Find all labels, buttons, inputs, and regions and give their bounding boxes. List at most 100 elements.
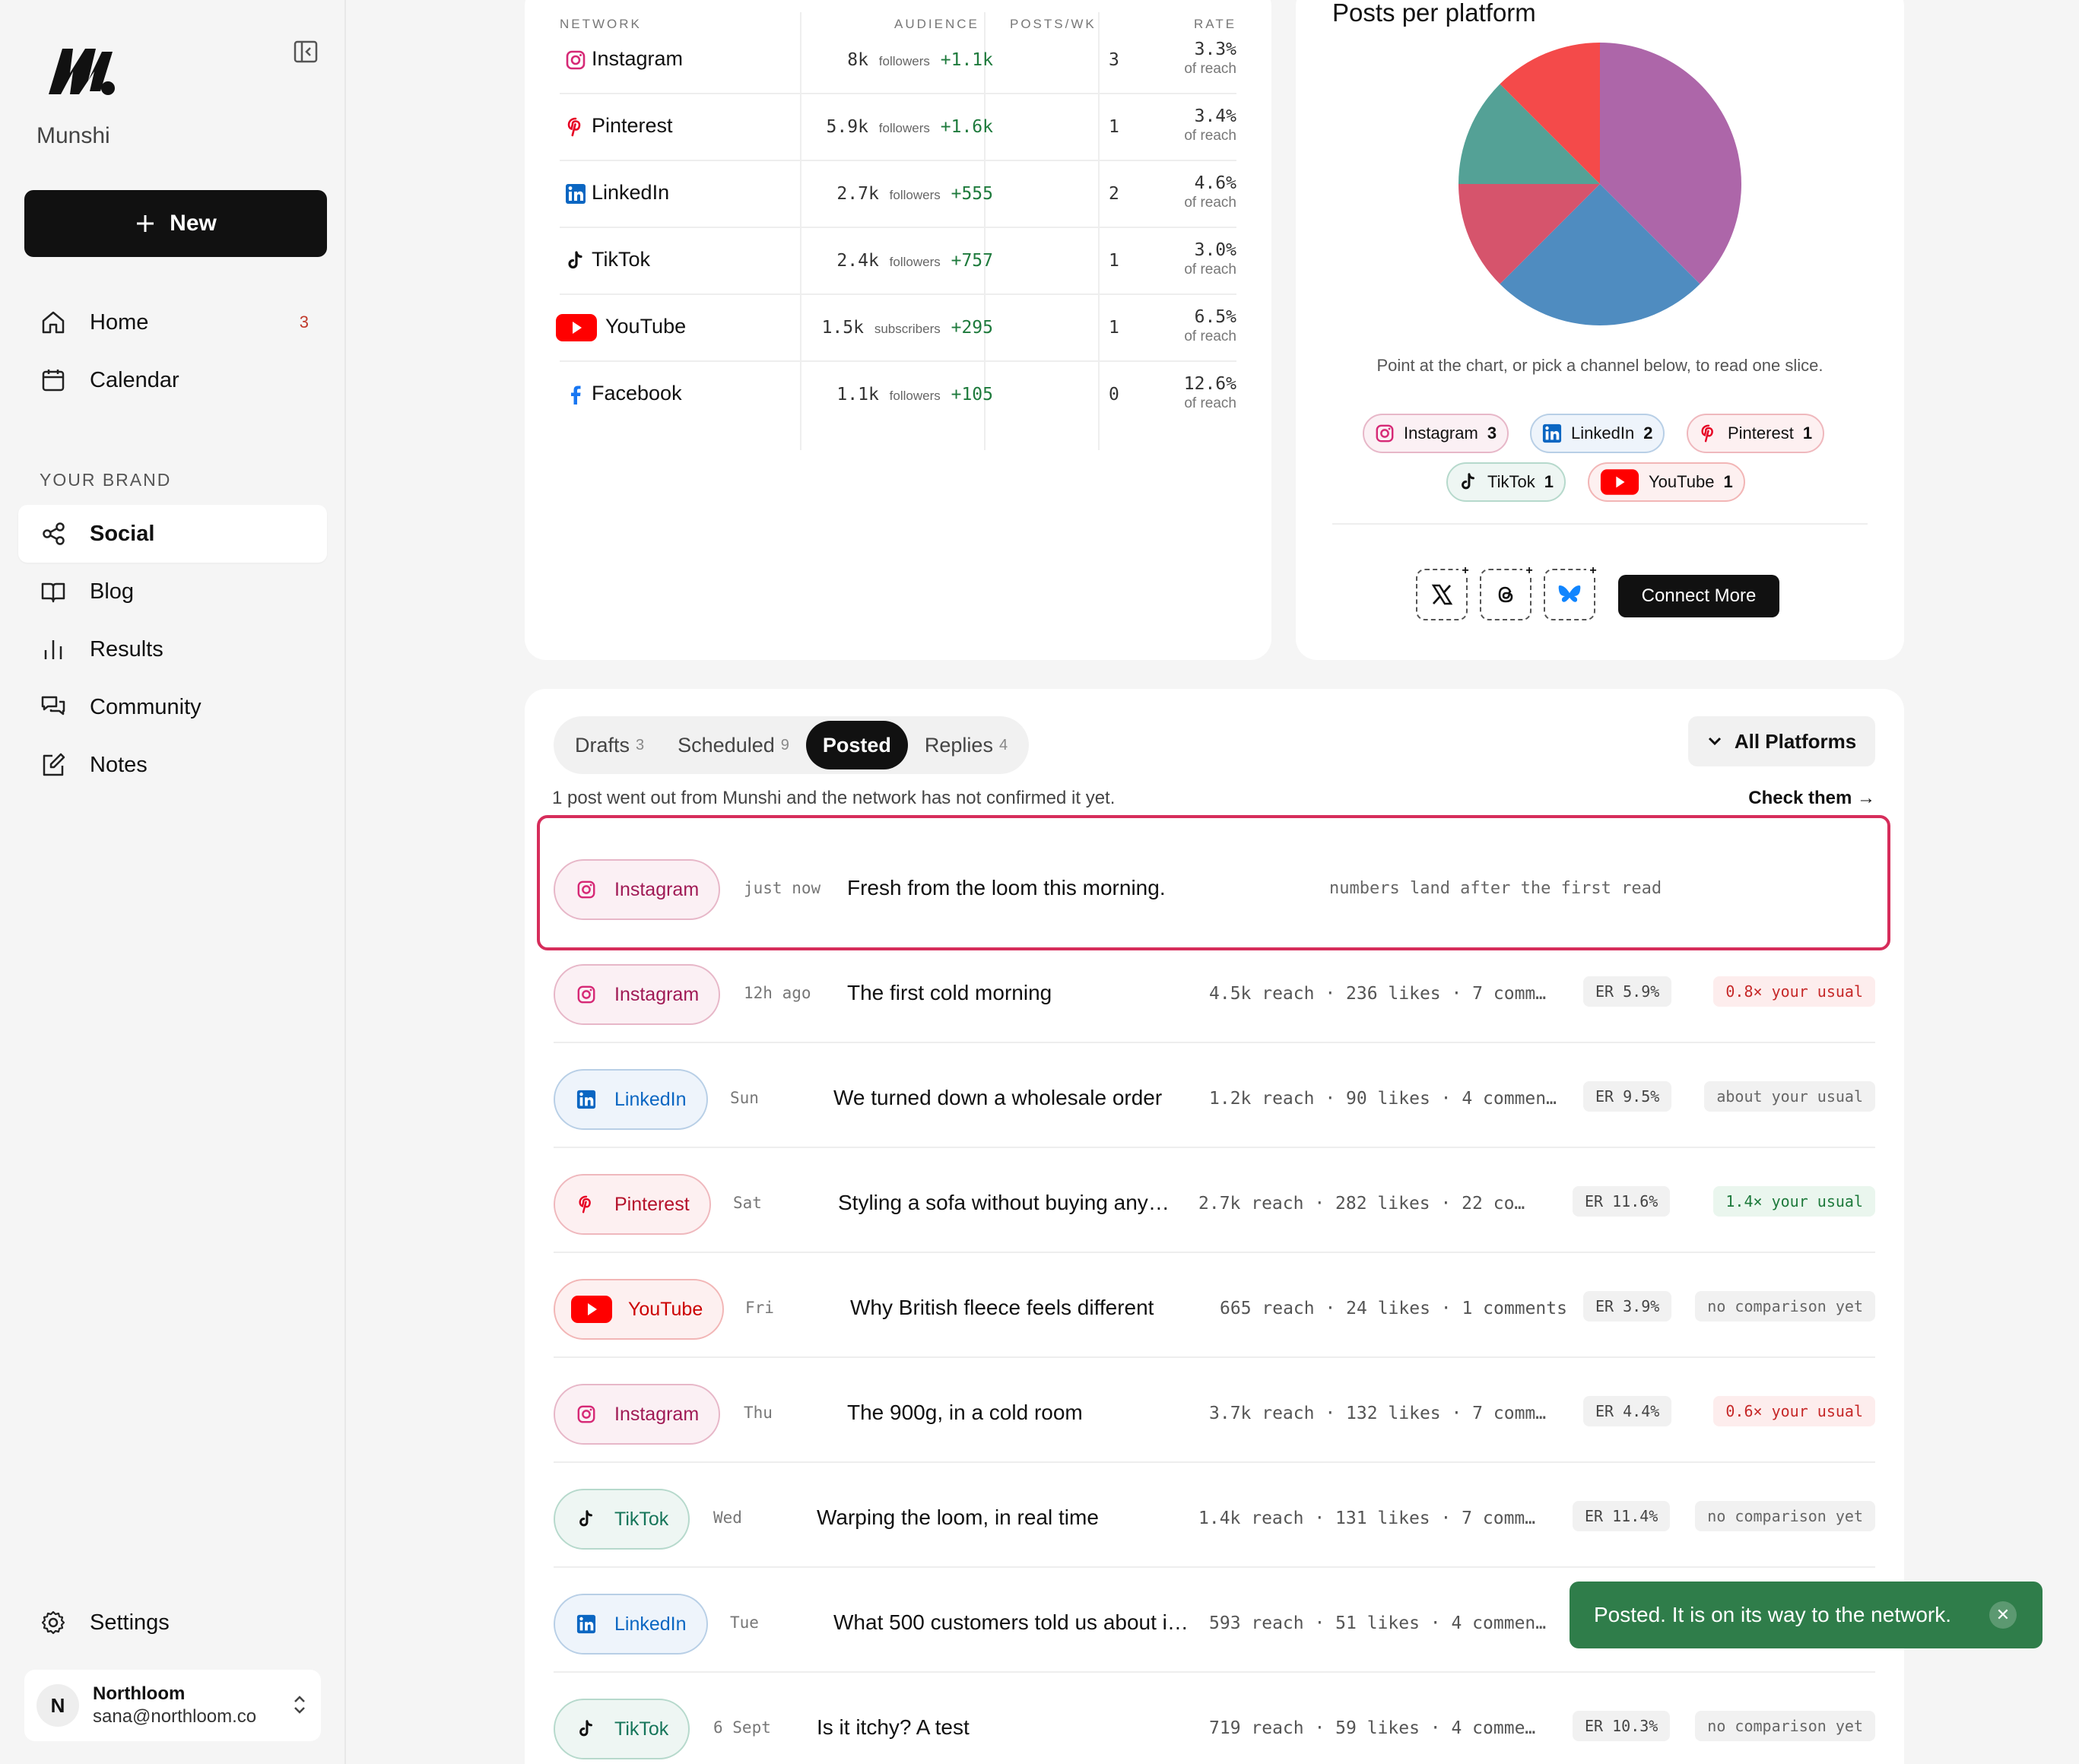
- chip-youtube[interactable]: YouTube 1: [1588, 462, 1745, 502]
- plus-icon: +: [1458, 564, 1472, 578]
- threads-icon: [1498, 586, 1513, 603]
- platform-pill-linkedin[interactable]: LinkedIn: [554, 1594, 708, 1655]
- network-row-linkedin[interactable]: LinkedIn 2.7k followers +555 2 4.6% of re…: [560, 161, 1236, 228]
- platform-pill-instagram[interactable]: Instagram: [554, 859, 721, 920]
- linkedin-icon: [576, 1614, 596, 1634]
- platform-pill-pinterest[interactable]: Pinterest: [554, 1174, 711, 1235]
- engagement-rate: ER 10.3%: [1573, 1711, 1671, 1741]
- usual-comparison: 1.4× your usual: [1713, 1186, 1875, 1217]
- rate-value: 4.6% of reach: [1184, 173, 1236, 211]
- chip-tiktok[interactable]: TikTok 1: [1446, 462, 1566, 502]
- post-row[interactable]: Instagram Thu The 900g, in a cold room 3…: [554, 1358, 1875, 1463]
- sidebar-item-community[interactable]: Community: [18, 678, 327, 736]
- platform-pill-instagram[interactable]: Instagram: [554, 1384, 721, 1445]
- toast-notification: Posted. It is on its way to the network.…: [1570, 1582, 2042, 1648]
- linkedin-icon: [563, 181, 589, 207]
- bar-chart-icon: [40, 636, 67, 663]
- platform-pill-instagram[interactable]: Instagram: [554, 964, 721, 1025]
- posts-per-week: 1: [1109, 318, 1119, 338]
- post-time: Tue: [730, 1613, 759, 1632]
- sidebar-item-blog[interactable]: Blog: [18, 563, 327, 620]
- platform-pill-youtube[interactable]: YouTube: [554, 1279, 725, 1340]
- new-button[interactable]: New: [24, 190, 327, 257]
- post-row[interactable]: TikTok 6 Sept Is it itchy? A test 719 re…: [554, 1673, 1875, 1764]
- sidebar-collapse-icon[interactable]: [292, 40, 319, 64]
- tab-drafts[interactable]: Drafts 3: [558, 721, 661, 769]
- chip-linkedin[interactable]: LinkedIn 2: [1530, 414, 1665, 453]
- post-stats: 593 reach · 51 likes · 4 comments: [1209, 1613, 1551, 1633]
- sidebar-item-results[interactable]: Results: [18, 620, 327, 678]
- network-name: Instagram: [592, 47, 684, 70]
- sidebar-item-home[interactable]: Home 3: [18, 293, 327, 351]
- chip-count: 1: [1802, 424, 1813, 443]
- platform-label: LinkedIn: [614, 1088, 687, 1110]
- close-icon[interactable]: ✕: [1989, 1601, 2017, 1629]
- tab-posted[interactable]: Posted: [805, 721, 908, 769]
- post-time: Thu: [744, 1404, 773, 1422]
- network-name: Facebook: [592, 382, 682, 405]
- post-title: The first cold morning: [847, 981, 1052, 1004]
- sidebar-item-calendar[interactable]: Calendar: [18, 351, 327, 409]
- post-stats: 1.2k reach · 90 likes · 4 comments: [1209, 1089, 1566, 1109]
- post-title: Styling a sofa without buying anything n…: [838, 1191, 1173, 1214]
- post-time: 12h ago: [744, 984, 811, 1002]
- network-row-instagram[interactable]: Instagram 8k followers +1.1k 3 3.3% of re…: [560, 27, 1236, 94]
- post-title: What 500 customers told us about itch: [833, 1610, 1191, 1634]
- posts-per-week: 1: [1109, 117, 1119, 137]
- connect-x-button[interactable]: +: [1416, 564, 1472, 620]
- platform-filter-dropdown[interactable]: All Platforms: [1688, 716, 1875, 766]
- network-row-youtube[interactable]: YouTube 1.5k subscribers +295 1 6.5% of r…: [556, 295, 1236, 362]
- network-row-facebook[interactable]: Facebook 1.1k followers +105 0 12.6% of r…: [560, 362, 1236, 429]
- network-name: TikTok: [592, 248, 651, 271]
- platform-pill-tiktok[interactable]: TikTok: [554, 1489, 690, 1550]
- new-button-label: New: [170, 211, 217, 236]
- instagram-icon: [563, 47, 589, 73]
- posts-per-platform-card: Posts per platform Point at the chart, o…: [1296, 0, 1904, 660]
- post-time: Sat: [733, 1194, 762, 1212]
- rate-value: 3.3% of reach: [1184, 40, 1236, 77]
- post-title: Warping the loom, in real time: [817, 1505, 1099, 1529]
- post-row[interactable]: Instagram 12h ago The first cold morning…: [554, 938, 1875, 1043]
- post-row[interactable]: LinkedIn Sun We turned down a wholesale …: [554, 1043, 1875, 1148]
- munshi-logo[interactable]: [46, 44, 118, 99]
- network-name: YouTube: [605, 315, 687, 338]
- post-row[interactable]: Pinterest Sat Styling a sofa without buy…: [554, 1148, 1875, 1253]
- linkedin-icon: [1542, 424, 1562, 443]
- post-row[interactable]: YouTube Fri Why British fleece feels dif…: [554, 1253, 1875, 1358]
- tiktok-icon: [579, 1720, 592, 1737]
- tab-replies[interactable]: Replies 4: [908, 721, 1024, 769]
- network-row-pinterest[interactable]: Pinterest 5.9k followers +1.6k 1 3.4% of …: [560, 94, 1236, 161]
- post-row[interactable]: Instagram just now Fresh from the loom t…: [554, 833, 1875, 938]
- post-time: Fri: [745, 1299, 774, 1317]
- connect-threads-button[interactable]: +: [1480, 564, 1536, 620]
- chip-instagram[interactable]: Instagram 3: [1363, 414, 1509, 453]
- check-them-link[interactable]: Check them →: [1748, 788, 1875, 809]
- post-title: The 900g, in a cold room: [847, 1401, 1083, 1424]
- youtube-icon: [1600, 469, 1639, 495]
- connect-more-button[interactable]: Connect More: [1618, 575, 1779, 617]
- chat-bubbles-icon: [40, 693, 67, 721]
- sidebar-item-label: Community: [90, 694, 202, 719]
- post-row[interactable]: TikTok Wed Warping the loom, in real tim…: [554, 1463, 1875, 1568]
- account-switcher[interactable]: N Northloom sana@northloom.co: [24, 1670, 321, 1741]
- platform-pill-linkedin[interactable]: LinkedIn: [554, 1069, 708, 1130]
- tab-scheduled[interactable]: Scheduled 9: [661, 721, 806, 769]
- connect-bluesky-button[interactable]: +: [1544, 564, 1600, 620]
- post-time: Wed: [713, 1509, 742, 1527]
- usual-comparison: no comparison yet: [1695, 1501, 1875, 1531]
- instagram-icon: [1376, 424, 1394, 443]
- audience-value: 2.4k followers +757: [836, 251, 993, 271]
- sidebar-item-label: Social: [90, 521, 155, 546]
- chip-pinterest[interactable]: Pinterest 1: [1687, 414, 1825, 453]
- pie-chart[interactable]: [1455, 40, 1744, 328]
- sidebar-item-social[interactable]: Social: [18, 505, 327, 563]
- post-stats: 2.7k reach · 282 likes · 22 comments: [1198, 1194, 1533, 1214]
- sidebar-item-settings[interactable]: Settings: [18, 1594, 327, 1651]
- post-stats: 665 reach · 24 likes · 1 comments: [1220, 1299, 1567, 1318]
- audience-value: 1.5k subscribers +295: [821, 318, 993, 338]
- sidebar-item-notes[interactable]: Notes: [18, 736, 327, 794]
- platform-pill-tiktok[interactable]: TikTok: [554, 1699, 690, 1759]
- pinterest-icon: [579, 1195, 591, 1214]
- account-email: sana@northloom.co: [93, 1706, 257, 1727]
- network-row-tiktok[interactable]: TikTok 2.4k followers +757 1 3.0% of reac…: [560, 228, 1236, 295]
